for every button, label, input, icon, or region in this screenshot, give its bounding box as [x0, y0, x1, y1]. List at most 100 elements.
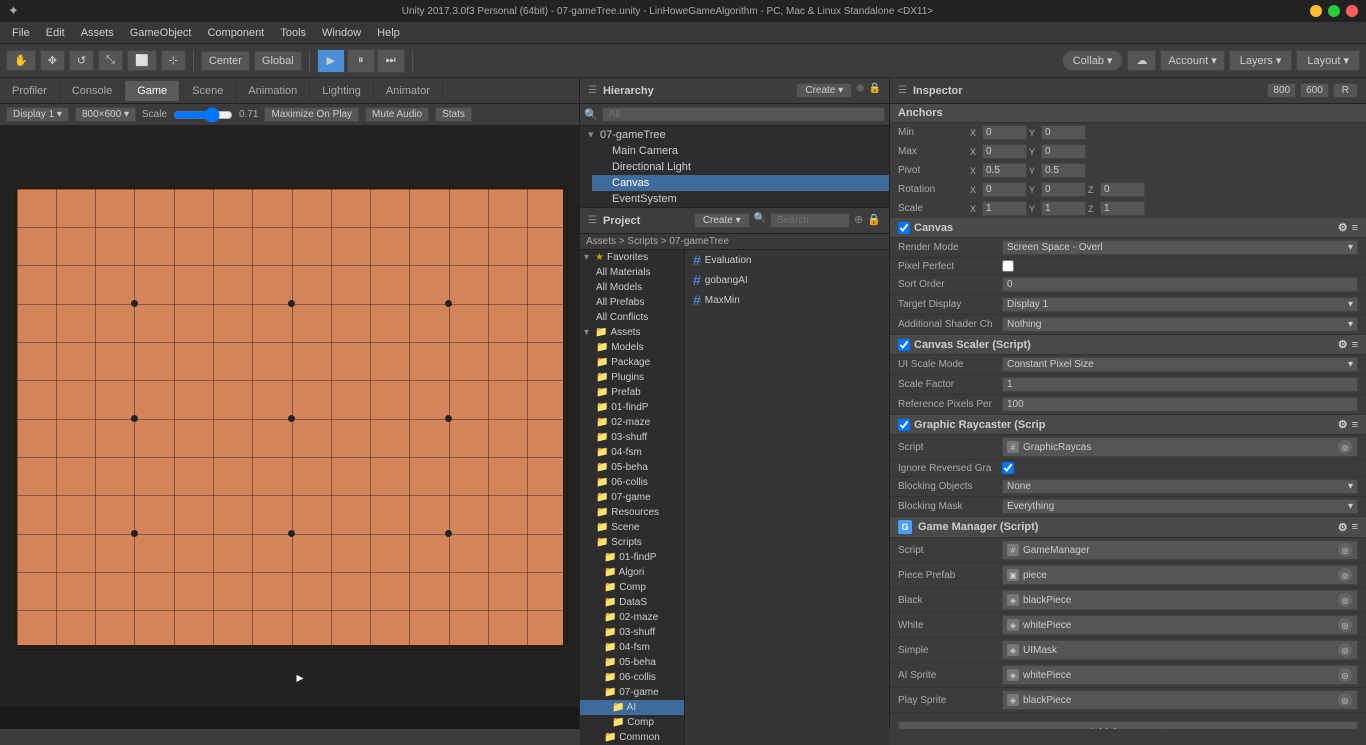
white-ref[interactable]: ◈ whitePiece ◎: [1002, 615, 1358, 635]
graphic-raycaster-enabled-checkbox[interactable]: [898, 419, 910, 431]
proj-04fsm-sub[interactable]: 📁 04-fsm: [580, 640, 684, 655]
simple-select-btn[interactable]: ◎: [1337, 642, 1353, 658]
play-button[interactable]: ▶: [317, 49, 345, 73]
stats-button[interactable]: Stats: [435, 107, 472, 122]
collab-button[interactable]: Collab ▾: [1062, 50, 1124, 71]
menu-window[interactable]: Window: [314, 25, 369, 41]
proj-all-prefabs[interactable]: All Prefabs: [580, 295, 684, 310]
graphic-raycaster-settings-icon[interactable]: ⚙: [1338, 418, 1348, 431]
proj-file-maxmin[interactable]: # MaxMin: [685, 290, 889, 310]
proj-prefab[interactable]: 📁 Prefab: [580, 385, 684, 400]
scale-slider[interactable]: [173, 107, 233, 123]
proj-scene[interactable]: 📁 Scene: [580, 520, 684, 535]
menu-edit[interactable]: Edit: [38, 25, 73, 41]
ai-sprite-select-btn[interactable]: ◎: [1337, 667, 1353, 683]
white-select-btn[interactable]: ◎: [1337, 617, 1353, 633]
center-button[interactable]: Center: [201, 51, 250, 71]
tree-item-directional-light[interactable]: Directional Light: [592, 159, 889, 175]
proj-04fsm[interactable]: 📁 04-fsm: [580, 445, 684, 460]
piece-prefab-select-btn[interactable]: ◎: [1337, 567, 1353, 583]
rotate-tool-button[interactable]: ↺: [69, 50, 94, 71]
tab-game[interactable]: Game: [125, 81, 180, 101]
hand-tool-button[interactable]: ✋: [6, 50, 36, 71]
tree-item-root[interactable]: ▾ 07-gameTree: [580, 126, 889, 143]
tab-profiler[interactable]: Profiler: [0, 81, 60, 101]
game-manager-settings-icon[interactable]: ⚙: [1338, 521, 1348, 534]
tab-animation[interactable]: Animation: [236, 81, 310, 101]
anchors-max-y[interactable]: [1041, 144, 1086, 159]
play-sprite-select-btn[interactable]: ◎: [1337, 692, 1353, 708]
rect-tool-button[interactable]: ⬜: [127, 50, 157, 71]
black-select-btn[interactable]: ◎: [1337, 592, 1353, 608]
favorites-folder[interactable]: ▾ ★ Favorites: [580, 250, 684, 265]
menu-component[interactable]: Component: [199, 25, 272, 41]
hierarchy-search-input[interactable]: [602, 107, 885, 122]
inspector-r-button[interactable]: R: [1333, 83, 1358, 98]
additional-shader-dropdown[interactable]: Nothing ▾: [1002, 317, 1358, 332]
layout-dropdown[interactable]: Layout ▾: [1296, 50, 1360, 71]
proj-03shuff[interactable]: 📁 03-shuff: [580, 430, 684, 445]
move-tool-button[interactable]: ✥: [40, 50, 65, 71]
scale-tool-button[interactable]: ⤡: [98, 50, 123, 71]
proj-models[interactable]: 📁 Models: [580, 340, 684, 355]
menu-help[interactable]: Help: [369, 25, 408, 41]
proj-01findp[interactable]: 📁 01-findP: [580, 400, 684, 415]
game-manager-more-icon[interactable]: ≡: [1352, 521, 1358, 533]
proj-06collis-sub[interactable]: 📁 06-collis: [580, 670, 684, 685]
blocking-mask-dropdown[interactable]: Everything ▾: [1002, 499, 1358, 514]
anchors-min-x[interactable]: [982, 125, 1027, 140]
menu-file[interactable]: File: [4, 25, 38, 41]
simple-ref[interactable]: ◈ UIMask ◎: [1002, 640, 1358, 660]
proj-02maze[interactable]: 📁 02-maze: [580, 415, 684, 430]
project-search-input[interactable]: [770, 213, 850, 228]
tab-lighting[interactable]: Lighting: [310, 81, 374, 101]
ai-sprite-ref[interactable]: ◈ whitePiece ◎: [1002, 665, 1358, 685]
proj-file-gobangai[interactable]: # gobangAI: [685, 270, 889, 290]
piece-prefab-ref[interactable]: ▣ piece ◎: [1002, 565, 1358, 585]
display-dropdown[interactable]: Display 1 ▾: [6, 107, 69, 122]
tree-item-eventsystem[interactable]: EventSystem: [592, 191, 889, 207]
proj-06collis[interactable]: 📁 06-collis: [580, 475, 684, 490]
scale-x[interactable]: [982, 201, 1027, 216]
tab-animator[interactable]: Animator: [374, 81, 443, 101]
graphic-raycaster-more-icon[interactable]: ≡: [1352, 419, 1358, 431]
canvas-scaler-enabled-checkbox[interactable]: [898, 339, 910, 351]
close-button[interactable]: [1346, 5, 1358, 17]
pause-button[interactable]: ⏸: [347, 49, 375, 73]
maximize-button[interactable]: [1328, 5, 1340, 17]
project-options-icon[interactable]: ⊕: [854, 213, 863, 228]
ui-scale-mode-dropdown[interactable]: Constant Pixel Size ▾: [1002, 357, 1358, 372]
canvas-more-icon[interactable]: ≡: [1352, 222, 1358, 234]
proj-algori[interactable]: 📁 Algori: [580, 565, 684, 580]
ignore-reversed-checkbox[interactable]: [1002, 462, 1014, 474]
rotation-x[interactable]: [982, 182, 1027, 197]
add-component-button[interactable]: Add Component: [898, 721, 1358, 729]
canvas-scaler-more-icon[interactable]: ≡: [1352, 339, 1358, 351]
canvas-scaler-settings-icon[interactable]: ⚙: [1338, 338, 1348, 351]
inspector-height-field[interactable]: 600: [1300, 83, 1329, 98]
proj-resources[interactable]: 📁 Resources: [580, 505, 684, 520]
canvas-settings-icon[interactable]: ⚙: [1338, 221, 1348, 234]
tree-item-canvas[interactable]: Canvas: [592, 175, 889, 191]
menu-assets[interactable]: Assets: [73, 25, 122, 41]
gm-script-select-btn[interactable]: ◎: [1337, 542, 1353, 558]
rotation-z[interactable]: [1100, 182, 1145, 197]
play-sprite-ref[interactable]: ◈ blackPiece ◎: [1002, 690, 1358, 710]
pixel-perfect-checkbox[interactable]: [1002, 260, 1014, 272]
hierarchy-search-icon[interactable]: ⊕: [856, 83, 864, 98]
target-display-dropdown[interactable]: Display 1 ▾: [1002, 297, 1358, 312]
scale-z[interactable]: [1100, 201, 1145, 216]
tab-scene[interactable]: Scene: [180, 81, 236, 101]
cloud-button[interactable]: ☁: [1127, 50, 1156, 71]
layers-dropdown[interactable]: Layers ▾: [1229, 50, 1293, 71]
proj-02maze-sub[interactable]: 📁 02-maze: [580, 610, 684, 625]
blocking-objects-dropdown[interactable]: None ▾: [1002, 479, 1358, 494]
proj-all-models[interactable]: All Models: [580, 280, 684, 295]
pivot-x[interactable]: [982, 163, 1027, 178]
inspector-width-field[interactable]: 800: [1267, 83, 1296, 98]
proj-all-conflicts[interactable]: All Conflicts: [580, 310, 684, 325]
proj-01findp-sub[interactable]: 📁 01-findP: [580, 550, 684, 565]
account-button[interactable]: Account ▾: [1160, 50, 1224, 71]
proj-plugins[interactable]: 📁 Plugins: [580, 370, 684, 385]
hierarchy-lock-icon[interactable]: 🔒: [869, 83, 881, 98]
